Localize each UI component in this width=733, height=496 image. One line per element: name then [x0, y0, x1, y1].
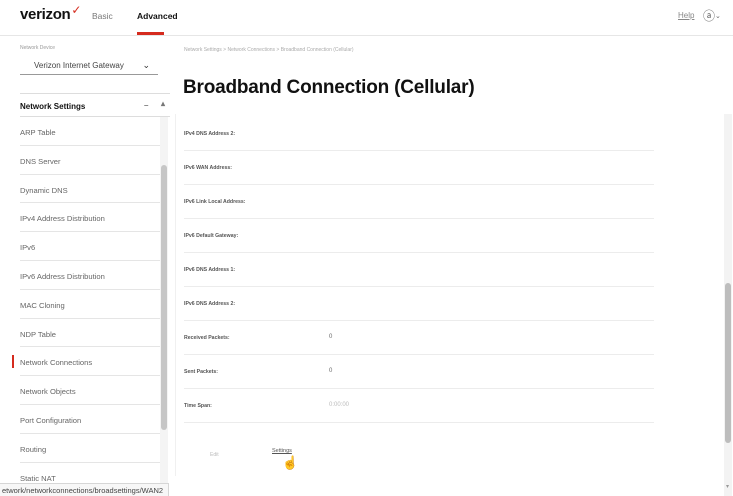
user-menu-button[interactable]: ⓐ⌄	[703, 7, 721, 24]
browser-status-bar: etwork/networkconnections/broadsettings/…	[0, 483, 170, 496]
network-settings-header[interactable]: Network Settings – ▴	[20, 93, 170, 117]
hand-cursor-icon: ☝	[282, 455, 299, 470]
scroll-up-arrow-icon[interactable]: ▴	[161, 99, 165, 108]
main-scrollbar-thumb[interactable]	[725, 283, 731, 443]
detail-label: IPv6 Link Local Address:	[184, 199, 246, 205]
detail-row: IPv6 Default Gateway:	[184, 219, 654, 253]
chevron-down-icon: ⌄	[715, 13, 721, 20]
sidebar-scrollbar-thumb[interactable]	[161, 165, 167, 430]
device-select[interactable]: Verizon Internet Gateway ⌄	[20, 55, 158, 75]
sidebar-item-ipv4-address-distribution[interactable]: IPv4 Address Distribution	[20, 203, 160, 233]
detail-label: IPv6 DNS Address 1:	[184, 267, 236, 273]
verizon-logo[interactable]: verizon✓	[20, 3, 82, 23]
settings-button[interactable]: Settings	[272, 448, 292, 454]
help-link[interactable]: Help	[678, 11, 694, 20]
detail-label: IPv6 DNS Address 2:	[184, 301, 236, 307]
sidebar-item-mac-cloning[interactable]: MAC Cloning	[20, 290, 160, 319]
network-settings-title: Network Settings	[20, 102, 86, 111]
logo-text: verizon	[20, 6, 71, 23]
tab-basic[interactable]: Basic	[92, 11, 113, 21]
sidebar-item-ipv6-address-distribution[interactable]: IPv6 Address Distribution	[20, 261, 160, 290]
sidebar-menu: ARP Table DNS Server Dynamic DNS IPv4 Ad…	[12, 117, 160, 492]
sidebar-item-network-connections[interactable]: Network Connections	[12, 347, 160, 377]
detail-label: Time Span:	[184, 403, 212, 409]
detail-row: Time Span: 0:00:00	[184, 389, 654, 423]
detail-row: IPv6 DNS Address 2:	[184, 287, 654, 321]
device-select-label: Network Device	[20, 45, 56, 51]
breadcrumb[interactable]: Network Settings > Network Connections >…	[184, 47, 354, 53]
user-circle-icon: ⓐ	[703, 9, 716, 23]
edit-button[interactable]: Edit	[210, 452, 219, 458]
sidebar: Network Device Verizon Internet Gateway …	[0, 37, 172, 496]
connection-details-card: IPv4 DNS Address 2: IPv6 WAN Address: IP…	[175, 114, 723, 476]
scroll-down-arrow-icon[interactable]: ▾	[726, 483, 729, 490]
chevron-down-icon: ⌄	[142, 60, 150, 70]
collapse-icon[interactable]: –	[144, 101, 148, 110]
detail-value: 0:00:00	[329, 402, 350, 408]
sidebar-item-dns-server[interactable]: DNS Server	[20, 146, 160, 175]
logo-check-icon: ✓	[71, 3, 82, 17]
sidebar-item-port-configuration[interactable]: Port Configuration	[20, 405, 160, 434]
detail-value: 0	[329, 368, 333, 374]
sidebar-item-arp-table[interactable]: ARP Table	[20, 117, 160, 146]
sidebar-item-routing[interactable]: Routing	[20, 434, 160, 463]
detail-row: IPv6 WAN Address:	[184, 151, 654, 185]
top-navigation: verizon✓ Basic Advanced Help ⓐ⌄	[0, 0, 733, 36]
detail-label: IPv6 Default Gateway:	[184, 233, 239, 239]
sidebar-item-ndp-table[interactable]: NDP Table	[20, 319, 160, 348]
detail-label: Received Packets:	[184, 335, 230, 341]
device-select-value: Verizon Internet Gateway	[34, 61, 124, 70]
sidebar-item-ipv6[interactable]: IPv6	[20, 232, 160, 261]
page-title: Broadband Connection (Cellular)	[183, 77, 475, 98]
sidebar-item-network-objects[interactable]: Network Objects	[20, 376, 160, 405]
detail-row: IPv6 Link Local Address:	[184, 185, 654, 219]
detail-row: Received Packets: 0	[184, 321, 654, 355]
detail-row: IPv6 DNS Address 1:	[184, 253, 654, 287]
detail-row: Sent Packets: 0	[184, 355, 654, 389]
tab-advanced[interactable]: Advanced	[137, 11, 178, 21]
detail-label: IPv6 WAN Address:	[184, 165, 232, 171]
detail-value: 0	[329, 334, 333, 340]
detail-row: IPv4 DNS Address 2:	[184, 117, 654, 151]
detail-label: IPv4 DNS Address 2:	[184, 131, 236, 137]
active-tab-indicator	[137, 32, 164, 35]
detail-label: Sent Packets:	[184, 369, 219, 375]
sidebar-item-dynamic-dns[interactable]: Dynamic DNS	[20, 175, 160, 204]
